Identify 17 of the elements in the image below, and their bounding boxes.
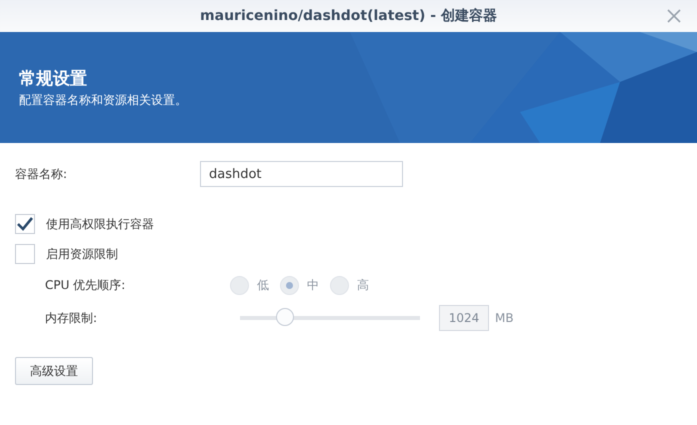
radio-label: 高 — [357, 276, 369, 294]
field-label: 容器名称: — [15, 166, 68, 182]
unit-label: MB — [495, 311, 514, 325]
checkbox[interactable] — [15, 214, 35, 234]
advanced-settings-button[interactable]: 高级设置 — [15, 357, 93, 385]
container-name-field[interactable]: dashdot — [200, 161, 403, 187]
radio-label: 低 — [257, 276, 269, 294]
window-title: mauricenino/dashdot(latest) - 创建容器 — [200, 7, 497, 25]
checkbox[interactable] — [15, 244, 35, 264]
header-title: 常规设置 — [19, 68, 88, 90]
field-label: 内存限制: — [44, 310, 98, 326]
close-icon[interactable] — [667, 9, 681, 23]
checkbox-label: 启用资源限制 — [46, 246, 118, 262]
header-subtitle: 配置容器名称和资源相关设置。 — [19, 92, 188, 108]
checkbox-label: 使用高权限执行容器 — [46, 216, 154, 232]
field-label: CPU 优先顺序: — [44, 276, 126, 294]
radio-label: 中 — [307, 276, 319, 294]
